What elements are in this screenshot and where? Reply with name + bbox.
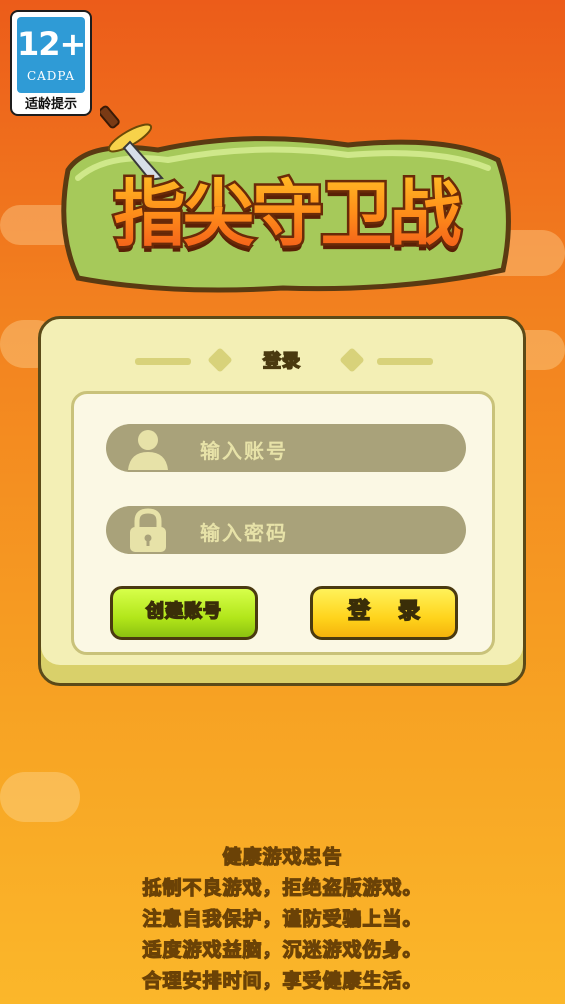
login-button[interactable]: 登录: [310, 586, 458, 640]
background-cloud: [0, 772, 80, 822]
header-bar-right: [377, 358, 433, 365]
health-notice-line: 适度游戏益脑，沉迷游戏伤身。: [142, 938, 423, 961]
health-notice: 健康游戏忠告 抵制不良游戏，拒绝盗版游戏。 注意自我保护，谨防受骗上当。 适度游…: [0, 842, 565, 997]
lock-icon: [130, 508, 166, 552]
account-placeholder: 输入账号: [200, 439, 288, 463]
create-account-button[interactable]: 创建账号: [110, 586, 258, 640]
game-title: 指尖守卫战: [56, 155, 516, 260]
age-rating-org: CADPA: [26, 69, 76, 83]
password-placeholder: 输入密码: [200, 521, 288, 545]
health-notice-title: 健康游戏忠告: [222, 845, 343, 868]
age-rating-number: 12+: [17, 25, 86, 63]
user-icon: [128, 430, 168, 470]
login-form: 输入账号 输入密码 创建账号 登录: [71, 391, 495, 655]
game-logo: 指尖守卫战 指尖守卫战: [48, 100, 518, 300]
health-notice-line: 合理安排时间，享受健康生活。: [142, 969, 423, 992]
health-notice-line: 抵制不良游戏，拒绝盗版游戏。: [142, 876, 423, 899]
password-input[interactable]: 输入密码: [106, 506, 466, 554]
age-badge-panel: 12+ CADPA: [17, 17, 86, 93]
login-panel: 登录 输入账号 输入密码 创建账号 登录: [38, 316, 526, 686]
panel-title: 登录: [262, 350, 301, 373]
account-input[interactable]: 输入账号: [106, 424, 466, 472]
panel-header: 登录: [41, 347, 523, 375]
health-notice-line: 注意自我保护，谨防受骗上当。: [142, 907, 423, 930]
